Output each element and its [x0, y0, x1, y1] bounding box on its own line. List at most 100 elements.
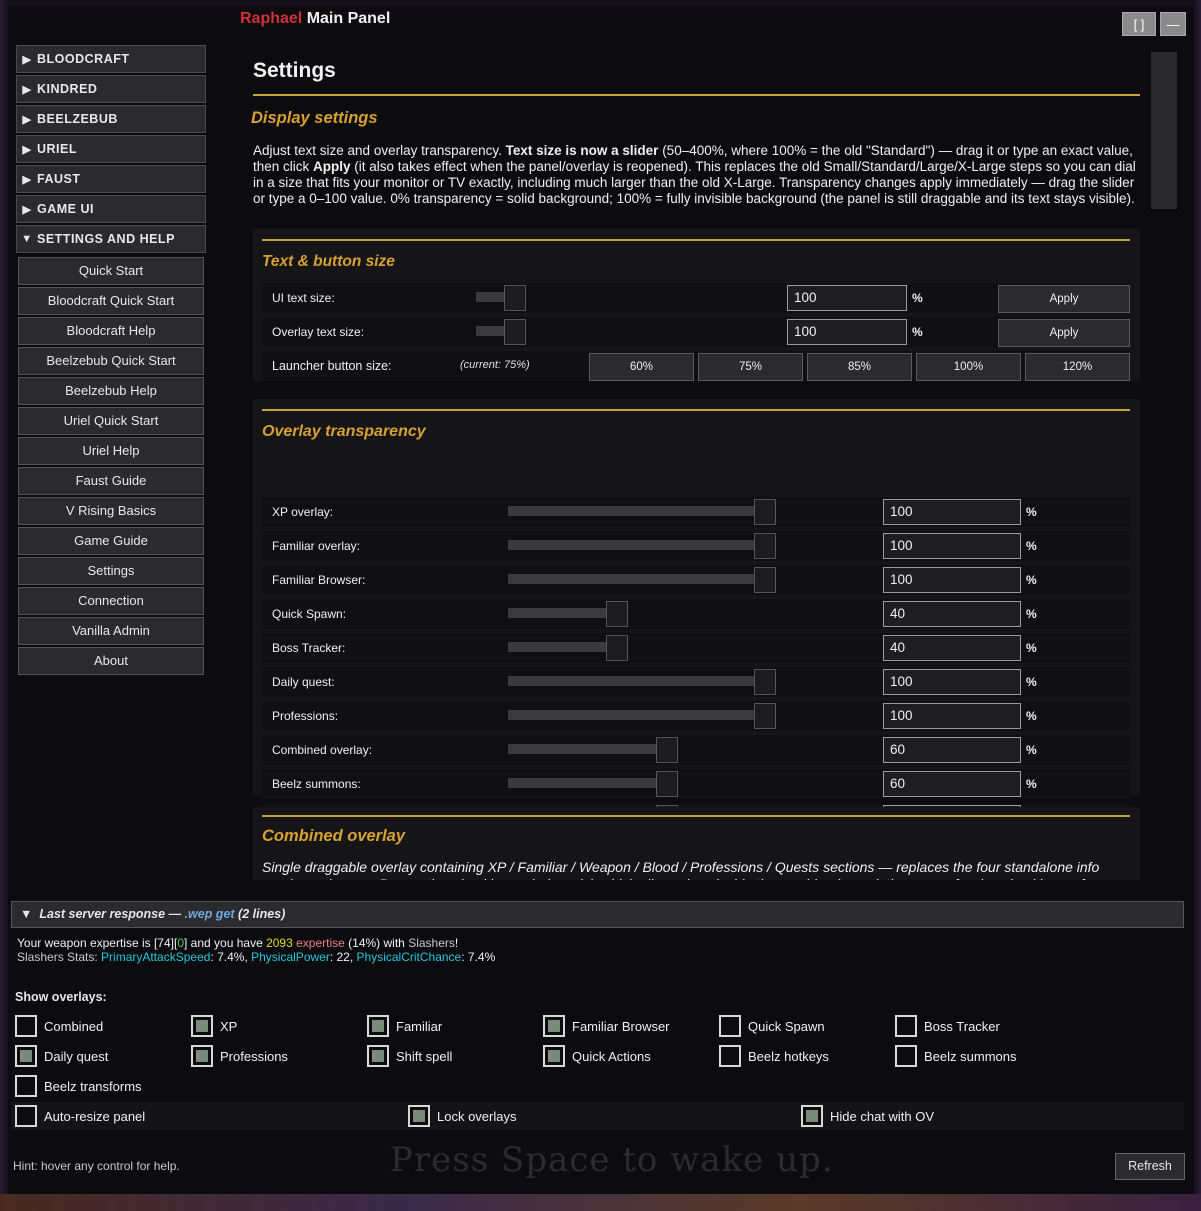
overlay-toggle-quick-actions[interactable]: Quick Actions	[543, 1044, 651, 1068]
transparency-input[interactable]: 100	[883, 533, 1021, 559]
transparency-percent: %	[1026, 505, 1037, 519]
refresh-button[interactable]: Refresh	[1115, 1153, 1185, 1180]
checkbox-empty-icon[interactable]	[15, 1015, 37, 1037]
ui-text-size-track[interactable]	[476, 292, 504, 302]
checkbox-checked-icon[interactable]	[191, 1015, 213, 1037]
transparency-slider-handle[interactable]	[656, 737, 678, 763]
sidebar-category-game-ui[interactable]: ▶ GAME UI	[16, 195, 206, 223]
sidebar-item-about[interactable]: About	[18, 647, 204, 675]
ui-text-size-apply-button[interactable]: Apply	[998, 285, 1130, 313]
transparency-slider-handle[interactable]	[754, 567, 776, 593]
transparency-slider-handle[interactable]	[754, 533, 776, 559]
maximize-button[interactable]: [ ]	[1122, 12, 1156, 36]
sidebar-category-faust[interactable]: ▶ FAUST	[16, 165, 206, 193]
sidebar-item-quick-start[interactable]: Quick Start	[18, 257, 204, 285]
option-toggle-auto-resize-panel[interactable]: Auto-resize panel	[15, 1104, 145, 1128]
transparency-input[interactable]: 100	[883, 567, 1021, 593]
transparency-input[interactable]: 100	[883, 499, 1021, 525]
overlay-toggle-familiar-browser[interactable]: Familiar Browser	[543, 1014, 670, 1038]
overlay-text-size-track[interactable]	[476, 326, 504, 336]
transparency-slider-track[interactable]	[508, 642, 606, 652]
sidebar-category-beelzebub[interactable]: ▶ BEELZEBUB	[16, 105, 206, 133]
transparency-slider-track[interactable]	[508, 710, 754, 720]
transparency-input[interactable]: 40	[883, 601, 1021, 627]
transparency-slider-handle[interactable]	[656, 771, 678, 797]
checkbox-empty-icon[interactable]	[895, 1045, 917, 1067]
launcher-size-85-button[interactable]: 85%	[807, 353, 912, 381]
transparency-input[interactable]: 60	[883, 771, 1021, 797]
transparency-slider-track[interactable]	[508, 540, 754, 550]
launcher-size-120-button[interactable]: 120%	[1025, 353, 1130, 381]
checkbox-checked-icon[interactable]	[801, 1105, 823, 1127]
checkbox-empty-icon[interactable]	[895, 1015, 917, 1037]
checkbox-empty-icon[interactable]	[719, 1015, 741, 1037]
checkbox-checked-icon[interactable]	[543, 1015, 565, 1037]
overlay-toggle-quick-spawn[interactable]: Quick Spawn	[719, 1014, 825, 1038]
transparency-slider-handle[interactable]	[754, 499, 776, 525]
overlay-toggle-daily-quest[interactable]: Daily quest	[15, 1044, 108, 1068]
sidebar-category-bloodcraft[interactable]: ▶ BLOODCRAFT	[16, 45, 206, 73]
sidebar-category-settings-and-help[interactable]: ▼ SETTINGS AND HELP	[16, 225, 206, 253]
transparency-input[interactable]: 100	[883, 703, 1021, 729]
checkbox-checked-icon[interactable]	[367, 1015, 389, 1037]
content-scrollbar[interactable]	[1151, 52, 1177, 209]
overlay-toggle-beelz-summons[interactable]: Beelz summons	[895, 1044, 1016, 1068]
launcher-size-60-button[interactable]: 60%	[589, 353, 694, 381]
checkbox-checked-icon[interactable]	[15, 1045, 37, 1067]
overlay-toggle-xp[interactable]: XP	[191, 1014, 237, 1038]
transparency-slider-track[interactable]	[508, 676, 754, 686]
transparency-slider-handle[interactable]	[606, 635, 628, 661]
overlay-toggle-familiar[interactable]: Familiar	[367, 1014, 442, 1038]
checkbox-checked-icon[interactable]	[543, 1045, 565, 1067]
overlay-text-size-apply-button[interactable]: Apply	[998, 319, 1130, 347]
overlay-toggle-combined[interactable]: Combined	[15, 1014, 103, 1038]
launcher-size-100-button[interactable]: 100%	[916, 353, 1021, 381]
checkbox-checked-icon[interactable]	[408, 1105, 430, 1127]
sidebar-item-faust-guide[interactable]: Faust Guide	[18, 467, 204, 495]
option-toggle-hide-chat-with-ov[interactable]: Hide chat with OV	[801, 1104, 934, 1128]
sidebar-item-bloodcraft-help[interactable]: Bloodcraft Help	[18, 317, 204, 345]
sidebar-item-beelzebub-help[interactable]: Beelzebub Help	[18, 377, 204, 405]
sidebar-item-settings[interactable]: Settings	[18, 557, 204, 585]
sidebar-category-uriel[interactable]: ▶ URIEL	[16, 135, 206, 163]
sidebar-item-uriel-quick-start[interactable]: Uriel Quick Start	[18, 407, 204, 435]
server-response-header[interactable]: ▼ Last server response — .wep get (2 lin…	[11, 901, 1184, 928]
ui-text-size-slider-handle[interactable]	[504, 285, 526, 311]
transparency-slider-handle[interactable]	[754, 703, 776, 729]
overlay-toggle-shift-spell[interactable]: Shift spell	[367, 1044, 452, 1068]
overlay-toggle-beelz-hotkeys[interactable]: Beelz hotkeys	[719, 1044, 829, 1068]
transparency-input[interactable]: 100	[883, 669, 1021, 695]
launcher-button-size-row: Launcher button size: (current: 75%) 60%…	[262, 351, 1130, 381]
overlay-toggle-professions[interactable]: Professions	[191, 1044, 288, 1068]
sidebar-item-uriel-help[interactable]: Uriel Help	[18, 437, 204, 465]
transparency-slider-track[interactable]	[508, 778, 656, 788]
transparency-slider-track[interactable]	[508, 574, 754, 584]
transparency-slider-track[interactable]	[508, 744, 656, 754]
option-toggle-lock-overlays[interactable]: Lock overlays	[408, 1104, 516, 1128]
transparency-slider-handle[interactable]	[606, 601, 628, 627]
ui-text-size-input[interactable]: 100	[787, 285, 907, 311]
sidebar-item-vanilla-admin[interactable]: Vanilla Admin	[18, 617, 204, 645]
sidebar-item-game-guide[interactable]: Game Guide	[18, 527, 204, 555]
transparency-slider-track[interactable]	[508, 608, 606, 618]
checkbox-empty-icon[interactable]	[15, 1105, 37, 1127]
checkbox-checked-icon[interactable]	[367, 1045, 389, 1067]
sidebar-item-v-rising-basics[interactable]: V Rising Basics	[18, 497, 204, 525]
overlay-text-size-slider-handle[interactable]	[504, 319, 526, 345]
overlay-toggle-beelz-transforms[interactable]: Beelz transforms	[15, 1074, 142, 1098]
overlay-toggle-boss-tracker[interactable]: Boss Tracker	[895, 1014, 1000, 1038]
transparency-input[interactable]: 40	[883, 635, 1021, 661]
transparency-input[interactable]: 60	[883, 737, 1021, 763]
checkbox-checked-icon[interactable]	[191, 1045, 213, 1067]
sidebar-item-bloodcraft-quick-start[interactable]: Bloodcraft Quick Start	[18, 287, 204, 315]
checkbox-empty-icon[interactable]	[15, 1075, 37, 1097]
launcher-size-75-button[interactable]: 75%	[698, 353, 803, 381]
checkbox-empty-icon[interactable]	[719, 1045, 741, 1067]
transparency-slider-handle[interactable]	[754, 669, 776, 695]
overlay-text-size-input[interactable]: 100	[787, 319, 907, 345]
sidebar-item-connection[interactable]: Connection	[18, 587, 204, 615]
minimize-button[interactable]: —	[1160, 12, 1186, 36]
sidebar-category-kindred[interactable]: ▶ KINDRED	[16, 75, 206, 103]
sidebar-item-beelzebub-quick-start[interactable]: Beelzebub Quick Start	[18, 347, 204, 375]
transparency-slider-track[interactable]	[508, 506, 754, 516]
